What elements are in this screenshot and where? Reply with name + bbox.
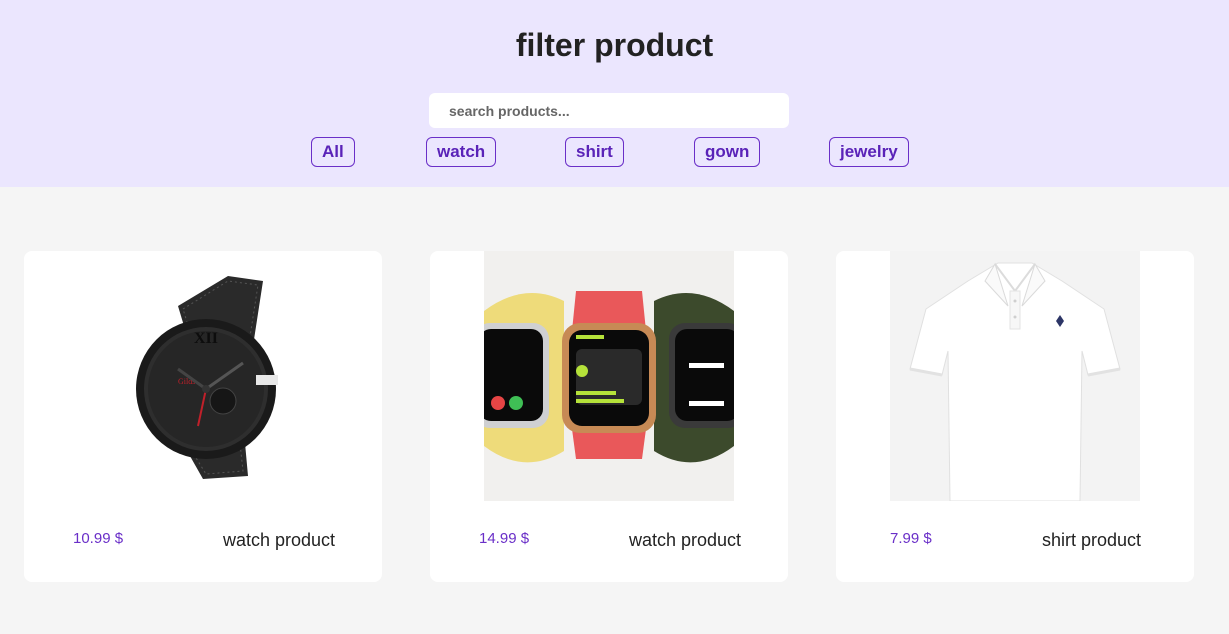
product-price: 7.99 $ (890, 530, 932, 547)
header: filter product All watch shirt gown jewe… (0, 0, 1229, 187)
filter-button-gown[interactable]: gown (694, 137, 761, 167)
product-name: watch product (223, 530, 336, 550)
svg-text:XII: XII (194, 330, 218, 347)
filter-button-shirt[interactable]: shirt (565, 137, 624, 167)
product-card[interactable]: 14.99 $ watch product (430, 251, 788, 582)
product-name: watch product (629, 530, 742, 550)
smartwatch-image (484, 251, 734, 501)
product-price: 10.99 $ (73, 530, 124, 547)
white-polo-shirt-image (890, 251, 1140, 501)
search-input[interactable] (429, 93, 789, 128)
filter-button-jewelry[interactable]: jewelry (829, 137, 909, 167)
product-price: 14.99 $ (479, 530, 530, 547)
filter-button-all[interactable]: All (311, 137, 355, 167)
product-card[interactable]: XII Gilds 10.99 $ watch product (24, 251, 382, 582)
page-title: filter product (515, 27, 714, 63)
product-card[interactable]: 7.99 $ shirt product (836, 251, 1194, 582)
black-watch-image: XII Gilds (78, 251, 328, 501)
filter-button-watch[interactable]: watch (426, 137, 497, 167)
product-name: shirt product (1042, 530, 1142, 550)
